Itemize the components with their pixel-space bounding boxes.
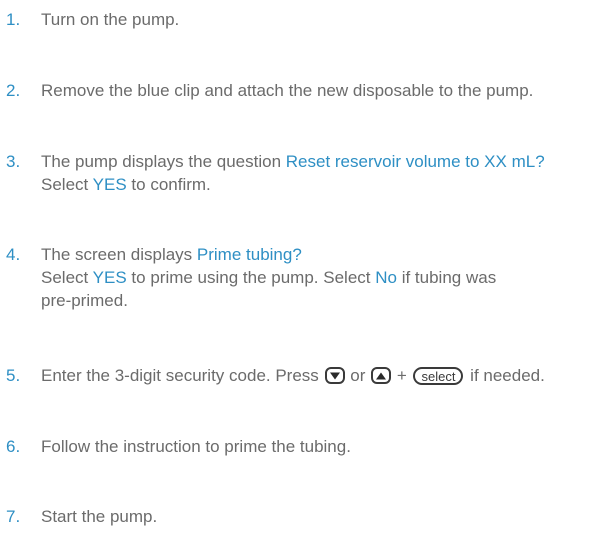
step-text: Start the pump. <box>41 507 158 526</box>
screen-message: Prime tubing? <box>196 245 302 264</box>
step-text: Follow the instruction to prime the tubi… <box>41 437 351 456</box>
step-number: 6. <box>6 437 21 456</box>
step-number: 7. <box>6 507 21 526</box>
yes-option: YES <box>92 175 127 194</box>
up-arrow-button-icon <box>371 367 392 384</box>
step-text: Turn on the pump. <box>41 10 180 29</box>
step-text: The screen displays Prime tubing? Select… <box>41 245 497 310</box>
screen-message: Reset reservoir volume to XX mL? <box>285 152 545 171</box>
step-text: Remove the blue clip and attach the new … <box>41 81 534 100</box>
down-arrow-button-icon <box>324 367 345 384</box>
step-number: 3. <box>6 152 21 171</box>
step-number: 2. <box>6 81 21 100</box>
step-text: Enter the 3-digit security code. Press o… <box>41 366 545 385</box>
step-number: 1. <box>6 10 21 29</box>
no-option: No <box>375 268 397 287</box>
step-text: The pump displays the question Reset res… <box>41 152 545 194</box>
step-number: 5. <box>6 366 21 385</box>
select-button-icon: select <box>413 367 464 385</box>
yes-option: YES <box>92 268 127 287</box>
step-number: 4. <box>6 245 21 264</box>
